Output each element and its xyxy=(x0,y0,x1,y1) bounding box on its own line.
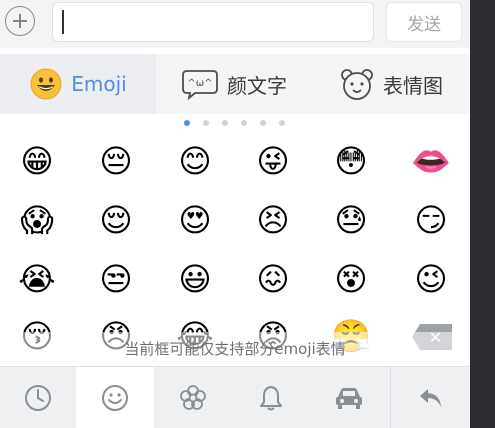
send-button[interactable]: 发送 xyxy=(386,2,462,42)
emoji-grid: 😁 😔 😊 😜 😳 👄 😱 😌 😍 😣 😓 😏 😭 😒 😃 😖 😵 😉 😚 😠 … xyxy=(0,132,470,360)
emoji-key[interactable]: 😓 xyxy=(331,202,371,238)
screen-edge xyxy=(470,0,495,428)
flower-icon xyxy=(180,384,206,410)
smiley-icon xyxy=(102,384,128,411)
text-cursor xyxy=(62,10,64,34)
emoji-key[interactable]: 😒 xyxy=(96,261,136,297)
page-dot-5 xyxy=(260,120,266,126)
emoji-key[interactable]: 😔 xyxy=(96,143,136,179)
add-button[interactable] xyxy=(5,6,35,36)
plus-icon xyxy=(13,14,27,28)
emoji-key[interactable]: 😖 xyxy=(253,261,293,297)
tab-emoji[interactable]: Emoji xyxy=(0,54,156,114)
emoji-key[interactable]: 😭 xyxy=(17,261,57,297)
emoji-key[interactable]: 😱 xyxy=(17,202,57,238)
page-dot-4 xyxy=(241,120,247,126)
smileys-category-button[interactable] xyxy=(76,367,154,428)
page-dot-3 xyxy=(222,120,228,126)
tab-stickers[interactable]: 表情图 xyxy=(312,54,470,114)
emoji-key[interactable]: 😁 xyxy=(17,143,57,179)
emoji-support-notice: 当前框可能仅支持部分emoji表情 xyxy=(124,340,346,358)
tab-emoji-label: Emoji xyxy=(71,72,127,96)
tab-kaomoji[interactable]: ^ω^ 颜文字 xyxy=(156,54,312,114)
nature-category-button[interactable] xyxy=(154,367,232,428)
car-icon xyxy=(336,387,362,409)
page-dot-6 xyxy=(279,120,285,126)
return-arrow-icon xyxy=(420,388,441,407)
travel-category-button[interactable] xyxy=(310,367,388,428)
emoji-key[interactable]: 😊 xyxy=(175,143,215,179)
recent-emoji-button[interactable] xyxy=(0,367,76,428)
emoji-key[interactable]: 😜 xyxy=(253,143,293,179)
kaomoji-bubble-icon: ^ω^ xyxy=(182,70,218,100)
objects-category-button[interactable] xyxy=(232,367,310,428)
emoji-key[interactable]: 😵 xyxy=(331,261,371,297)
recent-clock-icon xyxy=(25,384,51,411)
tab-stickers-label: 表情图 xyxy=(383,73,443,98)
emoji-key[interactable]: 😳 xyxy=(331,143,371,179)
bell-icon xyxy=(260,385,282,410)
message-input[interactable] xyxy=(52,2,374,42)
grinning-face-icon xyxy=(30,68,62,100)
svg-text:^ω^: ^ω^ xyxy=(187,78,212,89)
bear-face-icon xyxy=(341,69,373,100)
emoji-key[interactable]: 😣 xyxy=(253,202,293,238)
page-dot-1 xyxy=(184,120,190,126)
emoji-key[interactable]: 😏 xyxy=(411,202,451,238)
emoji-key[interactable]: 😉 xyxy=(411,261,451,297)
emoji-key[interactable]: 😍 xyxy=(175,202,215,238)
page-dot-2 xyxy=(203,120,209,126)
emoji-key[interactable]: 😌 xyxy=(96,202,136,238)
return-button[interactable] xyxy=(390,367,471,428)
tab-kaomoji-label: 颜文字 xyxy=(227,73,287,98)
emoji-key[interactable]: 😃 xyxy=(175,261,215,297)
emoji-key[interactable]: 👄 xyxy=(411,143,451,179)
